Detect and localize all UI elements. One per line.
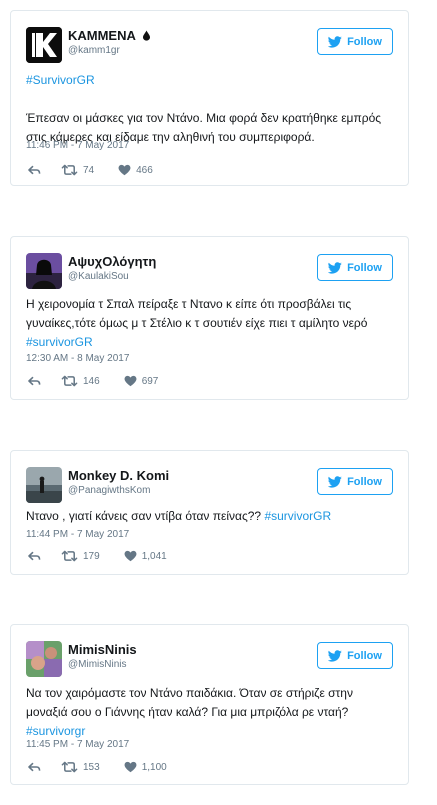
- avatar-image: [26, 641, 62, 677]
- like-button[interactable]: 697: [124, 375, 159, 387]
- tweet-timestamp[interactable]: 11:46 PM - 7 May 2017: [26, 140, 129, 151]
- tweet-timestamp[interactable]: 11:45 PM - 7 May 2017: [26, 739, 129, 750]
- tweet-actions: 146 697: [27, 375, 158, 387]
- tweet-card: MimisNinis @MimisNinis Follow Να τον χαι…: [10, 624, 409, 785]
- avatar[interactable]: [26, 27, 62, 63]
- retweet-count: 74: [83, 164, 95, 176]
- hashtag-link[interactable]: #SurvivorGR: [26, 71, 396, 90]
- like-count: 1,041: [141, 550, 167, 562]
- heart-icon: [118, 164, 131, 176]
- like-button[interactable]: 466: [118, 164, 153, 176]
- tweet-actions: 179 1,041: [27, 550, 167, 562]
- author-handle[interactable]: @kamm1gr: [68, 45, 120, 56]
- retweet-button[interactable]: 74: [61, 164, 94, 176]
- hashtag-link[interactable]: #survivorgr: [26, 724, 85, 738]
- retweet-count: 153: [83, 761, 100, 773]
- author-name[interactable]: ΑψυχΟλόγητη: [68, 254, 156, 269]
- reply-button[interactable]: [27, 550, 41, 562]
- hashtag-link[interactable]: #survivorGR: [264, 509, 331, 523]
- reply-button[interactable]: [27, 761, 41, 773]
- retweet-icon: [61, 375, 78, 387]
- tweet-timestamp[interactable]: 12:30 AM - 8 May 2017: [26, 353, 129, 364]
- reply-icon: [27, 375, 41, 387]
- reply-button[interactable]: [27, 164, 41, 176]
- author-name[interactable]: Monkey D. Komi: [68, 468, 169, 483]
- reply-icon: [27, 550, 41, 562]
- reply-icon: [27, 761, 41, 773]
- author-handle[interactable]: @KaulakiSou: [68, 271, 129, 282]
- tweet-text: Ντανο , γιατί κάνεις σαν ντίβα όταν πείν…: [26, 509, 332, 523]
- tweet-text: Η χειρονομία τ Σπαλ πείραξε τ Ντανο κ εί…: [26, 297, 368, 349]
- follow-button[interactable]: Follow: [317, 254, 393, 281]
- like-button[interactable]: 1,041: [124, 550, 167, 562]
- hashtag-link[interactable]: #survivorGR: [26, 335, 93, 349]
- drop-icon: [143, 30, 151, 41]
- follow-button[interactable]: Follow: [317, 468, 393, 495]
- reply-icon: [27, 164, 41, 176]
- retweet-icon: [61, 550, 78, 562]
- tweet-card: KAMMENA @kamm1gr Follow #SurvivorGR Έπεσ…: [10, 10, 409, 186]
- author-handle[interactable]: @MimisNinis: [68, 659, 126, 670]
- follow-button[interactable]: Follow: [317, 28, 393, 55]
- tweet-actions: 153 1,100: [27, 761, 167, 773]
- tweet-card: ΑψυχΟλόγητη @KaulakiSou Follow Η χειρονο…: [10, 236, 409, 400]
- twitter-bird-icon: [328, 36, 342, 48]
- retweet-button[interactable]: 146: [61, 375, 100, 387]
- like-count: 697: [141, 375, 159, 387]
- retweet-button[interactable]: 153: [61, 761, 100, 773]
- twitter-bird-icon: [328, 650, 342, 662]
- tweet-text: #SurvivorGR Έπεσαν οι μάσκες για τον Ντά…: [26, 71, 396, 147]
- avatar[interactable]: [26, 253, 62, 289]
- tweet-text: Να τον χαιρόμαστε τον Ντάνο παιδάκια. Ότ…: [26, 686, 353, 738]
- tweet-actions: 74 466: [27, 164, 153, 176]
- avatar[interactable]: [26, 467, 62, 503]
- like-button[interactable]: 1,100: [124, 761, 167, 773]
- author-name[interactable]: KAMMENA: [68, 28, 151, 43]
- avatar-image: [26, 467, 62, 503]
- avatar-image: [26, 253, 62, 289]
- reply-button[interactable]: [27, 375, 41, 387]
- tweet-timestamp[interactable]: 11:44 PM - 7 May 2017: [26, 529, 129, 540]
- tweet-card: Monkey D. Komi @PanagiwthsKom Follow Ντα…: [10, 450, 409, 575]
- like-count: 466: [136, 164, 153, 176]
- heart-icon: [124, 761, 137, 773]
- follow-button[interactable]: Follow: [317, 642, 393, 669]
- avatar[interactable]: [26, 641, 62, 677]
- retweet-button[interactable]: 179: [61, 550, 100, 562]
- heart-icon: [124, 550, 137, 562]
- twitter-bird-icon: [328, 476, 342, 488]
- heart-icon: [124, 375, 137, 387]
- twitter-bird-icon: [328, 262, 342, 274]
- like-count: 1,100: [141, 761, 167, 773]
- retweet-icon: [61, 761, 78, 773]
- retweet-count: 146: [83, 375, 100, 387]
- author-name[interactable]: MimisNinis: [68, 642, 137, 657]
- author-handle[interactable]: @PanagiwthsKom: [68, 485, 150, 496]
- retweet-count: 179: [83, 550, 100, 562]
- retweet-icon: [61, 164, 78, 176]
- kammena-logo-icon: [26, 27, 62, 63]
